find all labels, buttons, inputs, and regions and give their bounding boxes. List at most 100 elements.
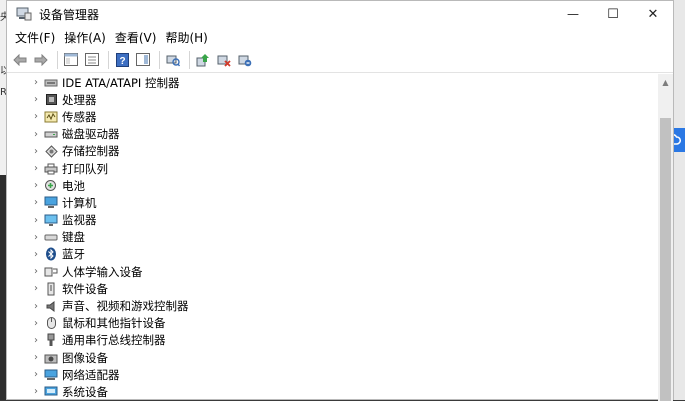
chevron-right-icon[interactable]: › bbox=[31, 266, 41, 277]
chevron-right-icon[interactable]: › bbox=[31, 301, 41, 312]
tree-node-label: 打印队列 bbox=[62, 161, 108, 176]
tree-node-label: 蓝牙 bbox=[62, 247, 85, 262]
tree-node-label: 图像设备 bbox=[62, 350, 108, 365]
chevron-right-icon[interactable]: › bbox=[31, 283, 41, 294]
tree-node[interactable]: › 通用串行总线控制器 bbox=[7, 332, 659, 349]
action-pane-button[interactable] bbox=[134, 51, 152, 69]
tree-node-label: 键盘 bbox=[62, 230, 85, 245]
svg-text:?: ? bbox=[119, 56, 125, 67]
help-icon: ? bbox=[115, 52, 129, 67]
tree-node[interactable]: › 传感器 bbox=[7, 108, 659, 125]
chevron-right-icon[interactable]: › bbox=[31, 111, 41, 122]
chevron-right-icon[interactable]: › bbox=[31, 335, 41, 346]
tree-node[interactable]: › 处理器 bbox=[7, 91, 659, 108]
tree-node[interactable]: › 声音、视频和游戏控制器 bbox=[7, 297, 659, 314]
tree-node[interactable]: › 磁盘驱动器 bbox=[7, 126, 659, 143]
tree-node[interactable]: › 存储控制器 bbox=[7, 143, 659, 160]
uninstall-device-button[interactable] bbox=[236, 51, 254, 69]
action-pane-icon bbox=[136, 53, 150, 66]
console-tree-button[interactable] bbox=[83, 51, 101, 69]
sound-icon bbox=[44, 300, 58, 313]
tree-node-label: 声音、视频和游戏控制器 bbox=[62, 299, 189, 314]
tree-node[interactable]: › 网络适配器 bbox=[7, 366, 659, 383]
vertical-scrollbar[interactable]: ▲ bbox=[658, 74, 673, 401]
toolbar-separator bbox=[159, 50, 160, 69]
menu-file[interactable]: 文件(F) bbox=[13, 29, 62, 46]
chevron-right-icon[interactable]: › bbox=[31, 77, 41, 88]
chevron-right-icon[interactable]: › bbox=[31, 232, 41, 243]
tree-node[interactable]: › IDE ATA/ATAPI 控制器 bbox=[7, 74, 659, 91]
toolbar-separator bbox=[57, 50, 58, 69]
tree-node[interactable]: › 电池 bbox=[7, 177, 659, 194]
chevron-right-icon[interactable]: › bbox=[31, 146, 41, 157]
chevron-right-icon[interactable]: › bbox=[31, 249, 41, 260]
disable-device-button[interactable] bbox=[215, 51, 233, 69]
tree-node-label: 存储控制器 bbox=[62, 144, 120, 159]
tree-node[interactable]: › 图像设备 bbox=[7, 349, 659, 366]
tree-node[interactable]: › 软件设备 bbox=[7, 280, 659, 297]
tree-node[interactable]: › 人体学输入设备 bbox=[7, 263, 659, 280]
update-driver-icon bbox=[196, 53, 209, 66]
ide-controller-icon bbox=[44, 76, 58, 89]
system-device-icon bbox=[44, 385, 58, 398]
tree-node[interactable]: › 鼠标和其他指针设备 bbox=[7, 315, 659, 332]
chevron-right-icon[interactable]: › bbox=[31, 318, 41, 329]
chevron-right-icon[interactable]: › bbox=[31, 180, 41, 191]
back-arrow-icon bbox=[13, 53, 27, 66]
tree-node-label: IDE ATA/ATAPI 控制器 bbox=[62, 75, 180, 90]
chevron-right-icon[interactable]: › bbox=[31, 197, 41, 208]
tree-node-label: 磁盘驱动器 bbox=[62, 127, 120, 142]
forward-button[interactable] bbox=[32, 51, 50, 69]
computer-icon bbox=[44, 196, 58, 209]
properties-window-icon bbox=[64, 53, 78, 66]
chevron-right-icon[interactable]: › bbox=[31, 386, 41, 397]
menu-view[interactable]: 查看(V) bbox=[113, 29, 164, 46]
minimize-icon: — bbox=[567, 7, 579, 21]
menu-action[interactable]: 操作(A) bbox=[62, 29, 113, 46]
scan-hardware-button[interactable] bbox=[164, 51, 182, 69]
tree-node[interactable]: › 计算机 bbox=[7, 194, 659, 211]
tree-node-label: 网络适配器 bbox=[62, 367, 120, 382]
storage-controller-icon bbox=[44, 145, 58, 158]
hid-icon bbox=[44, 265, 58, 278]
software-device-icon bbox=[44, 282, 58, 296]
printer-icon bbox=[44, 162, 58, 175]
chevron-right-icon[interactable]: › bbox=[31, 215, 41, 226]
disk-drive-icon bbox=[44, 128, 58, 141]
device-manager-icon bbox=[16, 7, 32, 21]
tree-node-label: 通用串行总线控制器 bbox=[62, 333, 166, 348]
maximize-button[interactable]: ☐ bbox=[593, 1, 633, 27]
processor-icon bbox=[44, 93, 58, 106]
scrollbar-thumb[interactable] bbox=[660, 118, 671, 401]
close-button[interactable]: ✕ bbox=[633, 1, 673, 27]
tree-node[interactable]: › 监视器 bbox=[7, 212, 659, 229]
device-manager-window: 设备管理器 — ☐ ✕ 文件(F) 操作(A) 查看(V) 帮助(H) ? › … bbox=[6, 0, 674, 401]
scroll-up-button[interactable]: ▲ bbox=[658, 74, 673, 91]
chevron-right-icon[interactable]: › bbox=[31, 94, 41, 105]
tree-node[interactable]: › 蓝牙 bbox=[7, 246, 659, 263]
chevron-right-icon[interactable]: › bbox=[31, 352, 41, 363]
help-button[interactable]: ? bbox=[113, 51, 131, 69]
tree-node-label: 鼠标和其他指针设备 bbox=[62, 316, 166, 331]
back-button[interactable] bbox=[11, 51, 29, 69]
tree-node-label: 电池 bbox=[62, 178, 85, 193]
chevron-right-icon[interactable]: › bbox=[31, 369, 41, 380]
tree-node-label: 软件设备 bbox=[62, 281, 108, 296]
properties-window-button[interactable] bbox=[62, 51, 80, 69]
minimize-button[interactable]: — bbox=[553, 1, 593, 27]
title-bar[interactable]: 设备管理器 — ☐ ✕ bbox=[7, 1, 673, 27]
bluetooth-icon bbox=[44, 247, 58, 261]
tree-node[interactable]: › 打印队列 bbox=[7, 160, 659, 177]
monitor-icon bbox=[44, 214, 58, 227]
update-driver-button[interactable] bbox=[194, 51, 212, 69]
keyboard-icon bbox=[44, 231, 58, 244]
menu-help[interactable]: 帮助(H) bbox=[163, 29, 214, 46]
tree-node[interactable]: › 系统设备 bbox=[7, 383, 659, 400]
mouse-icon bbox=[44, 317, 58, 330]
chevron-right-icon[interactable]: › bbox=[31, 129, 41, 140]
console-tree-icon bbox=[85, 53, 99, 66]
toolbar: ? bbox=[7, 47, 673, 73]
tree-node-label: 人体学输入设备 bbox=[62, 264, 143, 279]
chevron-right-icon[interactable]: › bbox=[31, 163, 41, 174]
tree-node[interactable]: › 键盘 bbox=[7, 229, 659, 246]
